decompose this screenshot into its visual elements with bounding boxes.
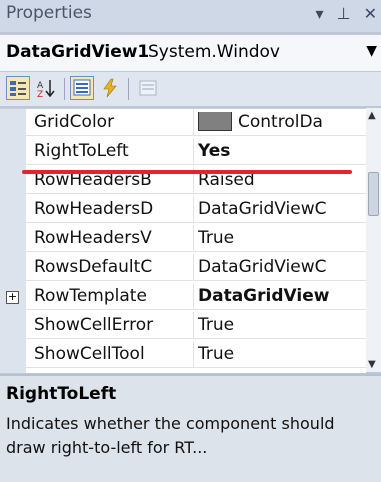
properties-titlebar: Properties ▾ ⊥ ✕	[0, 0, 381, 32]
property-value[interactable]: True	[198, 344, 368, 364]
property-value[interactable]: True	[198, 228, 368, 248]
object-name: DataGridView1	[6, 42, 150, 62]
property-name: RowHeadersV	[34, 228, 152, 248]
property-value[interactable]: Yes	[198, 141, 368, 161]
vertical-scrollbar[interactable]: ▲ ▼	[366, 108, 381, 372]
property-row-righttoleft[interactable]: RightToLeft Yes	[26, 138, 366, 165]
object-selector[interactable]: DataGridView1 System.Windov ▼	[0, 34, 381, 72]
property-value[interactable]: True	[198, 315, 368, 335]
description-pane: RightToLeft Indicates whether the compon…	[0, 374, 381, 482]
panel-title: Properties	[6, 3, 92, 23]
description-title: RightToLeft	[6, 384, 117, 404]
object-type: System.Windov	[148, 42, 280, 62]
pin-icon[interactable]: ⊥	[337, 4, 351, 23]
property-name: RowHeadersD	[34, 199, 154, 219]
expand-plus-icon[interactable]: +	[6, 291, 19, 304]
scroll-up-icon[interactable]: ▲	[368, 110, 376, 121]
categorized-icon[interactable]	[6, 76, 30, 100]
property-value[interactable]: DataGridViewC	[198, 257, 368, 277]
property-value[interactable]: DataGridView	[198, 286, 368, 306]
red-underline-annotation	[22, 170, 352, 174]
property-value[interactable]: ControlDa	[198, 112, 368, 132]
property-name: GridColor	[34, 112, 115, 132]
property-pages-icon[interactable]	[136, 76, 160, 100]
description-text: Indicates whether the component should d…	[6, 414, 335, 457]
property-row-rowheadersvisible[interactable]: RowHeadersV True	[26, 225, 366, 252]
property-row-gridcolor[interactable]: GridColor ControlDa	[26, 109, 366, 136]
scrollbar-thumb[interactable]	[368, 172, 379, 216]
property-row-showcelltooltips[interactable]: ShowCellTool True	[26, 341, 366, 368]
color-swatch	[198, 112, 232, 131]
property-grid: GridColor ControlDa RightToLeft Yes RowH…	[0, 108, 366, 373]
properties-icon[interactable]	[70, 76, 94, 100]
property-row-rowsdefaultcellstyle[interactable]: RowsDefaultC DataGridViewC	[26, 254, 366, 281]
property-name: ShowCellTool	[34, 344, 145, 364]
property-name: ShowCellError	[34, 315, 154, 335]
grid-gutter	[0, 109, 26, 373]
scroll-down-icon[interactable]: ▼	[368, 359, 376, 370]
svg-text:Z: Z	[37, 90, 43, 99]
property-name: RowTemplate	[34, 286, 147, 306]
chevron-down-icon[interactable]: ▼	[366, 43, 377, 59]
property-row-showcellerrors[interactable]: ShowCellError True	[26, 312, 366, 339]
property-row-rowheadersdefaultcellstyle[interactable]: RowHeadersD DataGridViewC	[26, 196, 366, 223]
property-name: RightToLeft	[34, 141, 129, 161]
dropdown-arrow-icon[interactable]: ▾	[315, 4, 323, 23]
properties-toolbar: AZ	[0, 72, 381, 106]
property-value[interactable]: DataGridViewC	[198, 199, 368, 219]
property-row-rowtemplate[interactable]: + RowTemplate DataGridView	[6, 283, 368, 310]
property-name: RowsDefaultC	[34, 257, 153, 277]
close-icon[interactable]: ✕	[364, 4, 377, 23]
events-icon[interactable]	[98, 76, 122, 100]
alphabetical-icon[interactable]: AZ	[34, 76, 58, 100]
